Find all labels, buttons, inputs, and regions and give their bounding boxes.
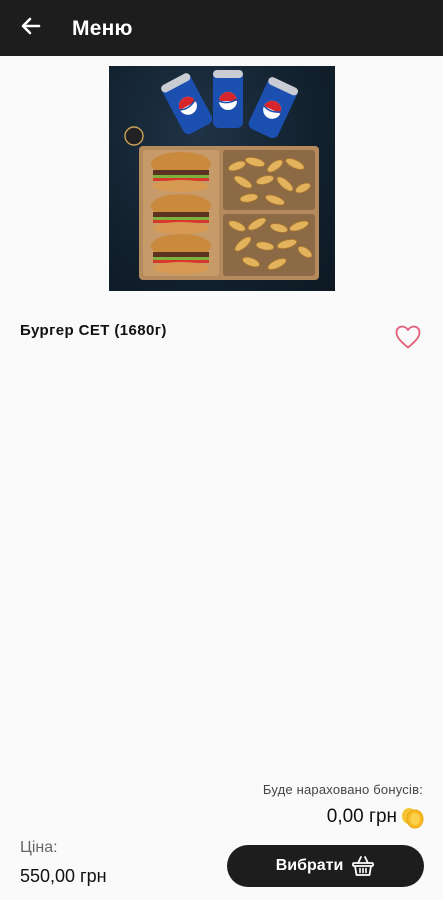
page-title: Меню: [72, 17, 133, 40]
price-value: 550,00 грн: [20, 866, 107, 886]
product-screen: Меню Бургер СЕТ (1680г) Буде нараховано …: [0, 0, 443, 900]
can-2: [213, 70, 243, 128]
back-button[interactable]: [14, 12, 48, 44]
arrow-left-icon: [21, 17, 41, 40]
favorite-button[interactable]: [394, 324, 422, 350]
burger-3: [151, 234, 211, 274]
bonus-row: 0,00 грн: [327, 804, 425, 830]
basket-icon: [351, 855, 375, 877]
choose-button-label: Вибрати: [275, 857, 344, 874]
bonus-value: 0,00 грн: [326, 806, 397, 827]
burger-1: [151, 152, 211, 192]
bonus-label: Буде нараховано бонусів:: [262, 782, 423, 797]
can-1: [161, 73, 213, 135]
price-label: Ціна:: [20, 839, 58, 856]
burger-2: [151, 194, 211, 234]
choose-button[interactable]: Вибрати: [227, 845, 424, 887]
top-app-bar: Меню: [0, 0, 443, 56]
can-3: [248, 77, 299, 139]
coin-icon: [399, 804, 425, 830]
product-image: [109, 66, 335, 291]
heart-outline-icon: [394, 325, 422, 354]
product-name: Бургер СЕТ (1680г): [20, 322, 167, 339]
